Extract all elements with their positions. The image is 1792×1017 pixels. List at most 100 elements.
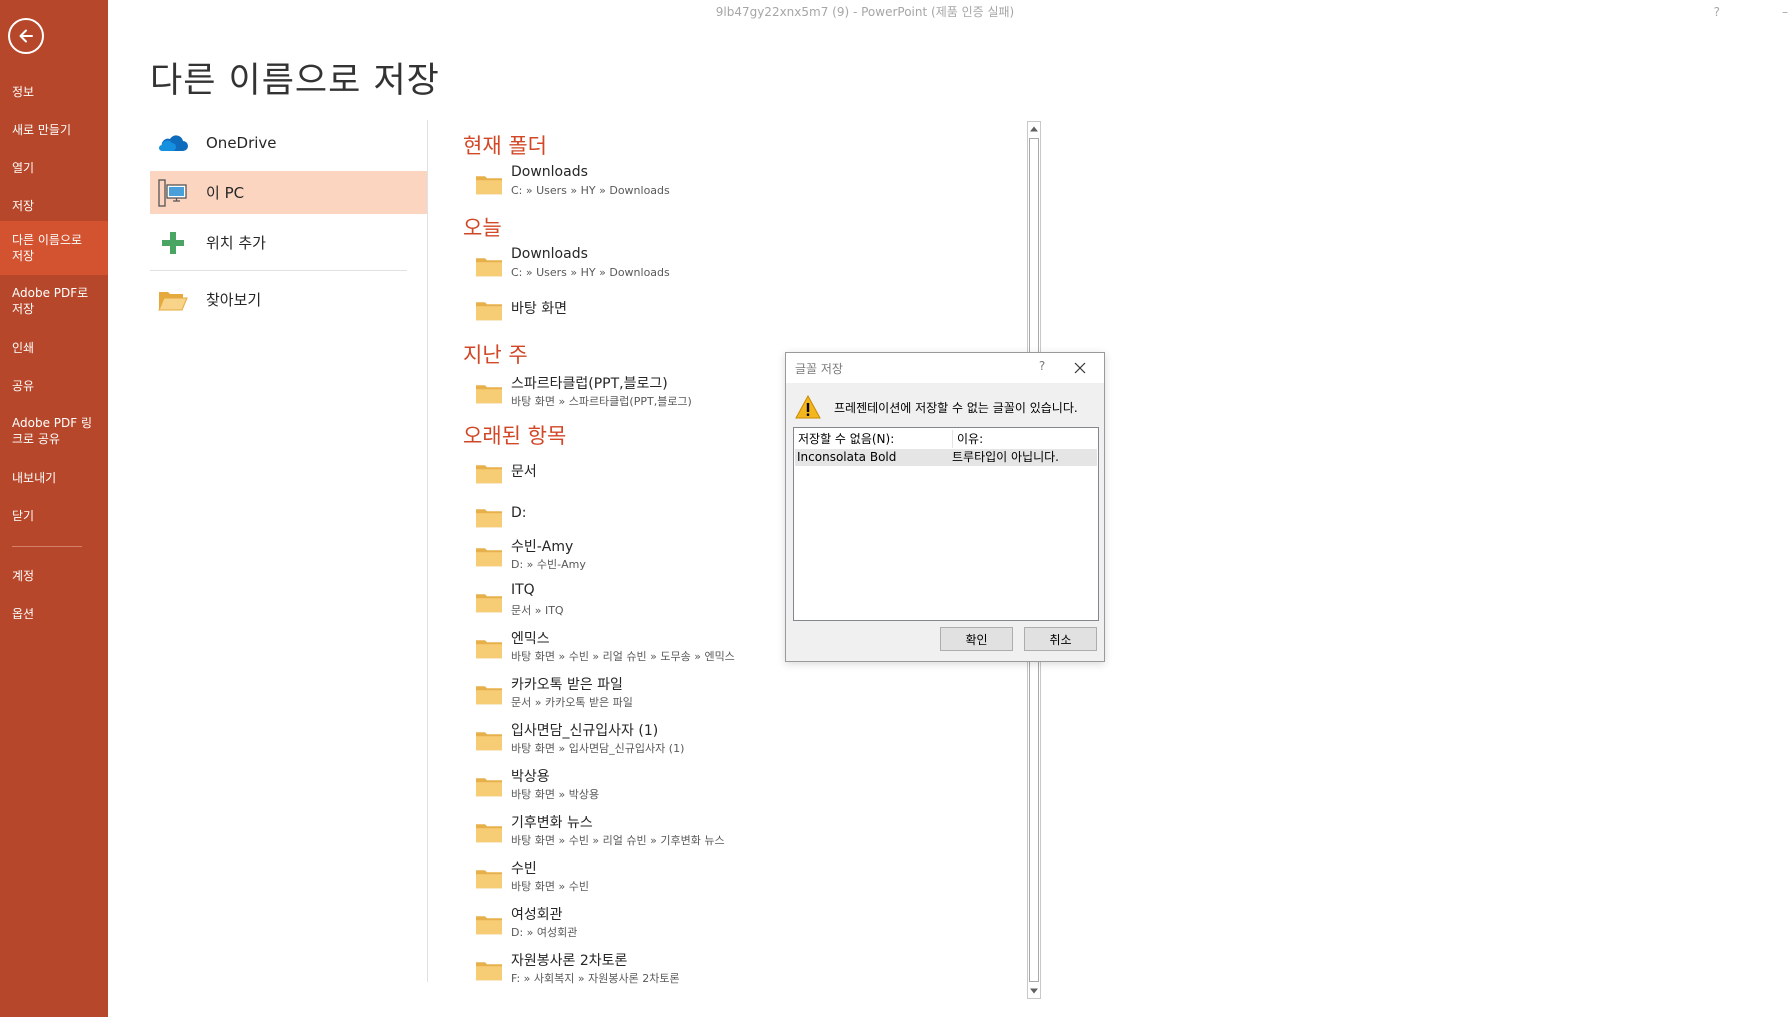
nav-export[interactable]: 내보내기 (0, 466, 108, 490)
location-browse[interactable]: 찾아보기 (150, 278, 427, 321)
group-heading: 오늘 (463, 216, 502, 240)
column-divider (427, 120, 428, 982)
folder-item[interactable]: 자원봉사론 2차토론 F: » 사회복지 » 자원봉사론 2차토론 (463, 946, 793, 990)
open-folder-icon (158, 287, 188, 313)
folder-item[interactable]: 박상용 바탕 화면 » 박상용 (463, 762, 793, 806)
folder-icon (475, 775, 503, 797)
folder-icon (475, 462, 503, 484)
folder-icon (475, 506, 503, 528)
folder-path: C: » Users » HY » Downloads (511, 266, 670, 279)
ok-button[interactable]: 확인 (940, 627, 1013, 651)
dialog-close-icon[interactable] (1069, 357, 1091, 379)
folder-name: 바탕 화면 (511, 301, 567, 317)
folder-icon (475, 729, 503, 751)
folder-path: D: » 여성회관 (511, 926, 578, 939)
dialog-title-bar: 글꼴 저장 ? (786, 353, 1104, 383)
folder-path: 바탕 화면 » 수빈 (511, 880, 589, 893)
folder-icon (475, 867, 503, 889)
folder-item[interactable]: 문서 (463, 449, 793, 493)
location-divider (150, 270, 407, 271)
scroll-up-arrow-icon[interactable] (1028, 122, 1040, 136)
folder-path: 바탕 화면 » 수빈 » 리얼 슈빈 » 도무송 » 엔믹스 (511, 650, 735, 663)
folder-name: 문서 (511, 464, 537, 480)
folder-path: 문서 » ITQ (511, 604, 564, 617)
folder-icon (475, 821, 503, 843)
folder-name: 자원봉사론 2차토론 (511, 953, 628, 969)
nav-open[interactable]: 열기 (0, 156, 108, 180)
folder-icon (475, 545, 503, 567)
location-label: 찾아보기 (206, 291, 262, 309)
cancel-button[interactable]: 취소 (1024, 627, 1097, 651)
folder-name: 엔믹스 (511, 631, 550, 647)
location-add-place[interactable]: 위치 추가 (150, 221, 427, 264)
unsavable-fonts-list[interactable]: 저장할 수 없음(N): 이유: Inconsolata Bold 트루타입이 … (793, 427, 1099, 621)
folder-name: ITQ (511, 582, 535, 598)
folder-name: 수빈-Amy (511, 539, 574, 555)
folder-icon (475, 913, 503, 935)
folder-name: 기후변화 뉴스 (511, 815, 593, 831)
scroll-down-arrow-icon[interactable] (1028, 984, 1040, 998)
list-item[interactable]: Inconsolata Bold 트루타입이 아닙니다. (795, 449, 1097, 466)
folder-item[interactable]: Downloads C: » Users » HY » Downloads (463, 242, 793, 286)
nav-share[interactable]: 공유 (0, 374, 108, 398)
nav-info[interactable]: 정보 (0, 80, 108, 104)
nav-options[interactable]: 옵션 (0, 602, 108, 626)
folder-name: 입사면담_신규입사자 (1) (511, 723, 659, 739)
group-heading: 오래된 항목 (463, 424, 567, 448)
font-name: Inconsolata Bold (797, 450, 897, 464)
back-button[interactable] (8, 18, 44, 54)
nav-account[interactable]: 계정 (0, 564, 108, 588)
font-save-dialog: 글꼴 저장 ? 프레젠테이션에 저장할 수 없는 글꼴이 있습니다. 저장할 수… (785, 352, 1105, 662)
folder-path: 바탕 화면 » 수빈 » 리얼 슈빈 » 기후변화 뉴스 (511, 834, 725, 847)
nav-adobe-pdf[interactable]: Adobe PDF로 저장 (0, 284, 108, 318)
nav-close[interactable]: 닫기 (0, 504, 108, 528)
folder-item[interactable]: 기후변화 뉴스바탕 화면 » 수빈 » 리얼 슈빈 » 기후변화 뉴스 (463, 808, 793, 852)
title-bar: 9lb47gy22xnx5m7 (9) - PowerPoint (제품 인증 … (108, 0, 1792, 24)
folder-path: 문서 » 카카오톡 받은 파일 (511, 696, 633, 709)
folder-icon (475, 959, 503, 981)
location-label: OneDrive (206, 133, 277, 152)
nav-new[interactable]: 새로 만들기 (0, 118, 108, 142)
folder-item[interactable]: 바탕 화면 (463, 286, 793, 330)
nav-separator (12, 546, 82, 547)
folder-path: D: » 수빈-Amy (511, 558, 586, 571)
folder-icon (475, 299, 503, 321)
folder-icon (475, 591, 503, 613)
folder-item[interactable]: D: (463, 493, 793, 537)
folder-name: D: (511, 505, 527, 521)
list-header-font[interactable]: 저장할 수 없음(N): (798, 430, 948, 448)
folder-name: 박상용 (511, 769, 550, 785)
group-heading: 현재 폴더 (463, 134, 547, 158)
dialog-message: 프레젠테이션에 저장할 수 없는 글꼴이 있습니다. (834, 401, 1078, 415)
nav-adobe-pdf-label: Adobe PDF로 저장 (12, 286, 89, 316)
nav-adobe-pdf-link[interactable]: Adobe PDF 링크로 공유 (0, 414, 108, 448)
folder-item[interactable]: Downloads C: » Users » HY » Downloads (463, 160, 793, 204)
cloud-icon (158, 130, 188, 156)
computer-icon (158, 178, 188, 207)
folder-item[interactable]: 수빈-Amy D: » 수빈-Amy (463, 532, 793, 576)
folder-name: 스파르타클럽(PPT,블로그) (511, 376, 668, 392)
folder-icon (475, 683, 503, 705)
folder-item[interactable]: 수빈 바탕 화면 » 수빈 (463, 854, 793, 898)
folder-item[interactable]: 입사면담_신규입사자 (1) 바탕 화면 » 입사면담_신규입사자 (1) (463, 716, 793, 760)
folder-item[interactable]: 여성회관 D: » 여성회관 (463, 900, 793, 944)
nav-print[interactable]: 인쇄 (0, 336, 108, 360)
folder-item[interactable]: 엔믹스바탕 화면 » 수빈 » 리얼 슈빈 » 도무송 » 엔믹스 (463, 624, 793, 668)
help-icon[interactable]: ? (1714, 0, 1720, 24)
dialog-help-icon[interactable]: ? (1032, 359, 1052, 373)
nav-save-as[interactable]: 다른 이름으로 저장 (0, 221, 108, 275)
font-reason: 트루타입이 아닙니다. (952, 450, 1059, 464)
nav-save[interactable]: 저장 (0, 194, 108, 218)
minimize-icon[interactable]: – (1778, 0, 1792, 24)
nav-save-as-label: 다른 이름으로 저장 (12, 233, 83, 263)
list-header-reason[interactable]: 이유: (952, 430, 1092, 448)
backstage-nav: 정보 새로 만들기 열기 저장 다른 이름으로 저장 Adobe PDF로 저장… (0, 0, 108, 1017)
folder-path: 바탕 화면 » 입사면담_신규입사자 (1) (511, 742, 685, 755)
folder-item[interactable]: 카카오톡 받은 파일 문서 » 카카오톡 받은 파일 (463, 670, 793, 714)
location-onedrive[interactable]: OneDrive (150, 121, 427, 164)
folder-item[interactable]: 스파르타클럽(PPT,블로그) 바탕 화면 » 스파르타클럽(PPT,블로그) (463, 369, 793, 413)
folder-path: C: » Users » HY » Downloads (511, 184, 670, 197)
location-this-pc[interactable]: 이 PC (150, 171, 427, 214)
back-arrow-icon (19, 29, 33, 43)
folder-item[interactable]: ITQ 문서 » ITQ (463, 578, 793, 622)
